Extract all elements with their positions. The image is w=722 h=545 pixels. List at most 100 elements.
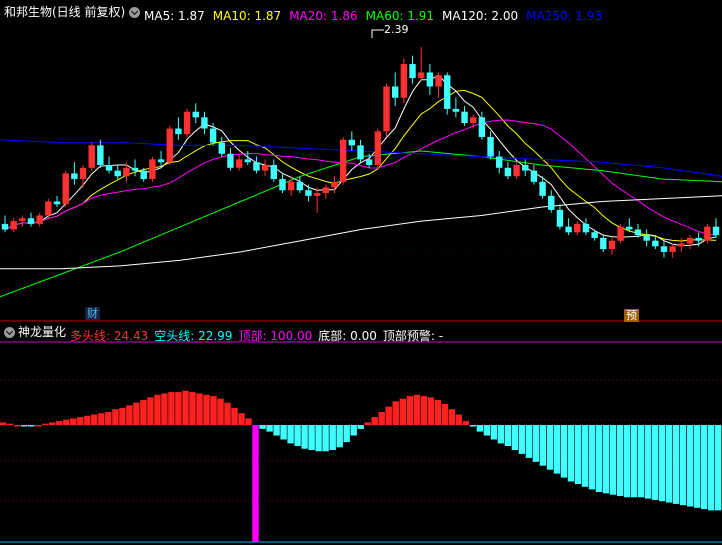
bear-bar (294, 425, 301, 446)
bull-bar (189, 392, 196, 425)
bear-bar (21, 425, 28, 427)
bear-bar (273, 425, 280, 436)
candle (1, 215, 9, 233)
candlestick-series (1, 47, 720, 258)
bull-bar (91, 414, 98, 425)
bull-bar (63, 419, 70, 425)
bear-bar (336, 425, 343, 448)
bull-bar (224, 402, 231, 425)
legend-item: MA20: 1.86 (289, 9, 358, 23)
high-marker (371, 29, 384, 38)
candle (608, 237, 616, 255)
bear-bar (343, 425, 350, 443)
bull-bar (112, 409, 119, 425)
bear-bar (644, 425, 652, 499)
bull-bar (392, 401, 399, 425)
bull-bar (406, 396, 413, 425)
candle (391, 72, 399, 107)
bear-bar (595, 425, 603, 492)
chevron-down-icon[interactable] (4, 327, 15, 338)
candle (114, 165, 121, 180)
bull-bar (161, 393, 168, 425)
bull-bar (0, 422, 7, 425)
bull-bar (203, 394, 210, 425)
candle (235, 153, 243, 171)
bear-bar (532, 425, 540, 462)
bear-bar (266, 425, 273, 432)
candle (357, 139, 364, 163)
chevron-down-icon[interactable] (129, 7, 140, 18)
finance-marker[interactable]: 财 (85, 307, 100, 320)
bull-bar (371, 417, 378, 425)
candle (591, 229, 598, 241)
bull-bar (42, 423, 49, 426)
ma-legend: MA5: 1.87 MA10: 1.87 MA20: 1.86 MA60: 1.91 M… (144, 5, 610, 23)
top-signal-bar (252, 425, 259, 542)
bear-bar (658, 425, 666, 502)
candle (79, 165, 87, 188)
bull-bar (378, 411, 385, 425)
candle (218, 136, 225, 157)
bull-bar (210, 396, 217, 425)
candle (678, 237, 685, 252)
candle (175, 117, 182, 140)
bull-bar (84, 415, 91, 425)
bear-bar (301, 425, 308, 449)
legend-item: MA10: 1.87 (212, 9, 282, 23)
candle (270, 159, 277, 182)
candle (426, 64, 434, 95)
bull-bar (182, 390, 189, 425)
bull-bar (56, 421, 63, 425)
candle (183, 108, 191, 137)
candle (36, 212, 43, 227)
indicator-title: 神龙量化 (18, 325, 67, 339)
bear-bar (637, 425, 645, 498)
bear-bar (511, 425, 519, 450)
legend-item: 空头线: 22.99 (154, 329, 233, 343)
bull-bar (238, 413, 245, 425)
bear-bar (553, 425, 561, 474)
candle (374, 128, 382, 168)
bear-bar (280, 425, 287, 440)
bull-bar (217, 398, 224, 425)
legend-item: 底部: 0.00 (318, 329, 377, 343)
candle (712, 218, 720, 238)
bull-bar (35, 425, 42, 427)
bear-bar (588, 425, 596, 490)
bull-bar (441, 404, 448, 425)
candle (27, 212, 35, 227)
bull-bar (119, 407, 126, 425)
bear-bar (616, 425, 624, 496)
moving-average-lines (0, 29, 722, 298)
bear-bar (518, 425, 526, 454)
bull-bar (364, 422, 371, 425)
bear-bar (504, 425, 512, 446)
bull-bar (168, 392, 175, 425)
bear-bar (357, 425, 364, 429)
candle (10, 218, 17, 233)
bull-bar (399, 398, 406, 425)
bear-bar (602, 425, 610, 494)
bear-bar (679, 425, 687, 506)
candle (131, 159, 139, 177)
bull-bar (455, 414, 462, 425)
candle (97, 139, 104, 168)
bull-bar (427, 397, 434, 425)
legend-item: MA120: 2.00 (442, 9, 519, 23)
legend-item: 多头线: 24.43 (70, 329, 149, 343)
bear-bar (708, 425, 715, 511)
bear-bar (287, 425, 294, 444)
candle (201, 111, 208, 135)
bear-bar (623, 425, 631, 498)
forecast-marker[interactable]: 预 (624, 309, 639, 322)
bull-bar (196, 393, 203, 425)
bear-bar (665, 425, 673, 503)
candle (435, 72, 442, 98)
bear-bar (539, 425, 547, 466)
candle (305, 184, 312, 202)
candle (149, 156, 156, 182)
candle (88, 142, 95, 171)
bear-bar (525, 425, 533, 458)
price-high-annotation: 2.39 (384, 23, 409, 36)
bear-bar (259, 425, 266, 429)
